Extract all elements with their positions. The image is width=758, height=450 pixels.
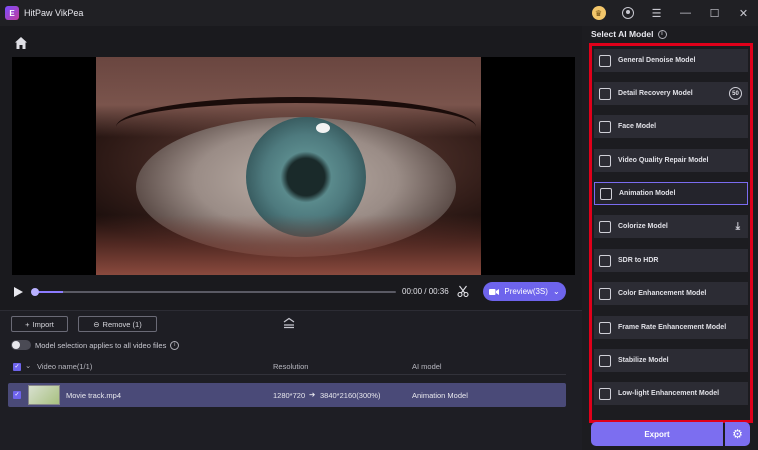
info-icon[interactable]: i bbox=[657, 29, 667, 39]
download-icon[interactable]: ⤓ bbox=[736, 221, 740, 232]
title-bar: E HitPaw VikPea ♛ ☰ — ☐ ✕ bbox=[0, 0, 758, 26]
remove-button[interactable]: ⊖ Remove (1) bbox=[78, 316, 157, 332]
user-icon bbox=[621, 7, 634, 19]
colorize-icon bbox=[599, 220, 611, 233]
video-preview bbox=[12, 57, 575, 275]
hdr-icon bbox=[599, 254, 611, 267]
apply-all-toggle[interactable] bbox=[11, 340, 31, 350]
arrow-right-icon: ➔ bbox=[309, 390, 316, 399]
file-name: Movie track.mp4 bbox=[66, 391, 122, 400]
model-label: Color Enhancement Model bbox=[618, 289, 707, 297]
toggle-label: Model selection applies to all video fil… bbox=[35, 340, 167, 350]
model-item[interactable]: SDR to HDR bbox=[594, 249, 748, 272]
model-item[interactable]: Detail Recovery Model 50 bbox=[594, 82, 748, 105]
select-all-checkbox[interactable]: ✓ bbox=[13, 363, 21, 371]
model-label: Frame Rate Enhancement Model bbox=[618, 323, 727, 331]
model-item[interactable]: Low-light Enhancement Model bbox=[594, 382, 748, 405]
menu-button[interactable]: ☰ bbox=[642, 0, 671, 26]
model-label: SDR to HDR bbox=[618, 256, 659, 264]
panel-title: Select AI Model bbox=[591, 29, 654, 39]
info-icon[interactable]: i bbox=[170, 340, 180, 350]
premium-button[interactable]: ♛ bbox=[584, 0, 613, 26]
model-item[interactable]: Color Enhancement Model bbox=[594, 282, 748, 305]
camera-icon bbox=[489, 288, 500, 295]
credit-badge: 50 bbox=[729, 87, 742, 100]
remove-label: Remove (1) bbox=[102, 319, 142, 329]
lowlight-icon bbox=[599, 387, 611, 400]
row-model: Animation Model bbox=[412, 391, 468, 400]
model-label: General Denoise Model bbox=[618, 56, 696, 64]
resolution-from: 1280*720 bbox=[273, 391, 306, 400]
model-label: Face Model bbox=[618, 122, 657, 130]
detail-icon bbox=[599, 87, 611, 100]
column-ai-model: AI model bbox=[412, 362, 442, 371]
video-frame bbox=[96, 57, 481, 275]
collapse-icon[interactable] bbox=[282, 317, 296, 329]
model-label: Video Quality Repair Model bbox=[618, 156, 709, 164]
chevron-down-icon[interactable]: ⌄ bbox=[25, 361, 31, 370]
resolution-to: 3840*2160(300%) bbox=[320, 391, 381, 400]
workspace: 00:00 / 00:36 Preview(3S) ⌄ + Import ⊖ R… bbox=[0, 26, 582, 450]
denoise-icon bbox=[599, 54, 611, 67]
ai-model-panel: Select AI Model i General Denoise Model D… bbox=[582, 26, 758, 450]
column-resolution: Resolution bbox=[273, 362, 309, 371]
minus-circle-icon: ⊖ bbox=[93, 319, 100, 329]
model-item[interactable]: Animation Model bbox=[594, 182, 748, 205]
import-button[interactable]: + Import bbox=[11, 316, 68, 332]
crown-icon: ♛ bbox=[591, 6, 606, 20]
player-controls: 00:00 / 00:36 Preview(3S) ⌄ bbox=[12, 278, 575, 306]
maximize-button[interactable]: ☐ bbox=[700, 0, 729, 26]
model-label: Animation Model bbox=[619, 189, 676, 197]
minimize-button[interactable]: — bbox=[671, 0, 700, 26]
model-item[interactable]: Frame Rate Enhancement Model bbox=[594, 316, 748, 339]
model-label: Detail Recovery Model bbox=[618, 89, 693, 97]
file-list-panel: + Import ⊖ Remove (1) Model selection ap… bbox=[0, 310, 582, 450]
model-label: Low-light Enhancement Model bbox=[618, 389, 720, 397]
table-row[interactable]: ✓ Movie track.mp4 1280*720 ➔ 3840*2160(3… bbox=[8, 383, 566, 407]
model-item[interactable]: Video Quality Repair Model bbox=[594, 149, 748, 172]
repair-icon bbox=[599, 154, 611, 167]
import-label: Import bbox=[32, 319, 54, 329]
account-button[interactable] bbox=[613, 0, 642, 26]
model-item[interactable]: Stabilize Model bbox=[594, 349, 748, 372]
preview-label: Preview(3S) bbox=[504, 287, 548, 296]
export-button[interactable]: Export bbox=[591, 422, 723, 446]
face-icon bbox=[599, 120, 611, 133]
model-item[interactable]: Face Model bbox=[594, 115, 748, 138]
chevron-down-icon: ⌄ bbox=[552, 287, 560, 296]
table-header: ✓ ⌄ Video name(1/1) Resolution AI model bbox=[10, 359, 566, 375]
time-display: 00:00 / 00:36 bbox=[402, 287, 449, 296]
progress-thumb[interactable] bbox=[31, 288, 39, 296]
scissors-icon[interactable] bbox=[457, 285, 469, 297]
home-icon[interactable] bbox=[14, 36, 28, 50]
progress-track[interactable] bbox=[31, 288, 396, 296]
preview-button[interactable]: Preview(3S) ⌄ bbox=[483, 282, 566, 301]
video-thumbnail bbox=[28, 385, 60, 405]
row-checkbox[interactable]: ✓ bbox=[13, 391, 21, 399]
animation-icon bbox=[600, 187, 612, 200]
column-video-name: Video name(1/1) bbox=[37, 362, 93, 371]
app-title: HitPaw VikPea bbox=[24, 8, 84, 18]
play-icon[interactable] bbox=[14, 287, 23, 297]
model-item[interactable]: General Denoise Model bbox=[594, 49, 748, 72]
plus-icon: + bbox=[25, 319, 30, 329]
model-label: Stabilize Model bbox=[618, 356, 669, 364]
app-logo-icon: E bbox=[5, 6, 19, 20]
model-label: Colorize Model bbox=[618, 222, 668, 230]
close-button[interactable]: ✕ bbox=[729, 0, 758, 26]
palette-icon bbox=[599, 287, 611, 300]
frame-icon bbox=[599, 321, 611, 334]
gear-icon[interactable]: ⚙ bbox=[725, 422, 750, 446]
model-item[interactable]: Colorize Model ⤓ bbox=[594, 215, 748, 238]
stabilize-icon bbox=[599, 354, 611, 367]
